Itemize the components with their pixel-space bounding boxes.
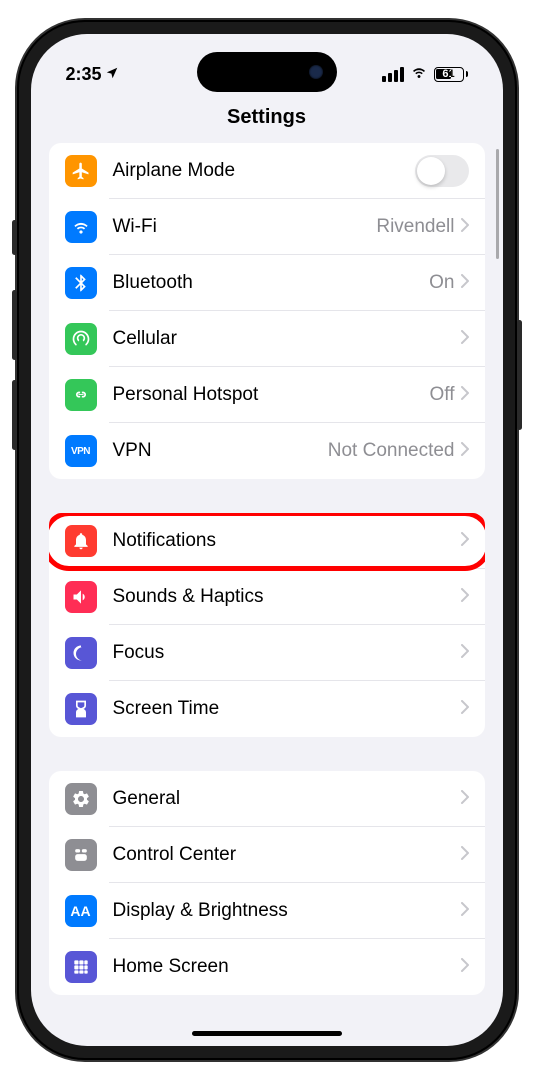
row-label: Focus [113, 642, 461, 664]
status-time: 2:35 [66, 64, 102, 85]
row-wifi[interactable]: Wi-Fi Rivendell [49, 199, 485, 255]
row-value: On [429, 272, 454, 294]
wifi-icon [65, 211, 97, 243]
row-personal-hotspot[interactable]: Personal Hotspot Off [49, 367, 485, 423]
settings-group-general: General Control Center AA Display & Brig… [49, 771, 485, 995]
chevron-right-icon [461, 846, 469, 865]
dynamic-island [197, 52, 337, 92]
chevron-right-icon [461, 218, 469, 237]
chevron-right-icon [461, 588, 469, 607]
screentime-icon [65, 693, 97, 725]
row-display-brightness[interactable]: AA Display & Brightness [49, 883, 485, 939]
row-label: Home Screen [113, 956, 461, 978]
sounds-icon [65, 581, 97, 613]
chevron-right-icon [461, 700, 469, 719]
row-label: Cellular [113, 328, 461, 350]
general-icon [65, 783, 97, 815]
front-camera [309, 65, 323, 79]
row-label: Sounds & Haptics [113, 586, 461, 608]
cellular-icon [65, 323, 97, 355]
chevron-right-icon [461, 274, 469, 293]
row-label: VPN [113, 440, 328, 462]
row-screen-time[interactable]: Screen Time [49, 681, 485, 737]
row-value: Off [430, 384, 455, 406]
row-label: Display & Brightness [113, 900, 461, 922]
chevron-right-icon [461, 532, 469, 551]
row-airplane-mode[interactable]: Airplane Mode [49, 143, 485, 199]
row-label: Control Center [113, 844, 461, 866]
controlcenter-icon [65, 839, 97, 871]
row-label: Bluetooth [113, 272, 430, 294]
row-bluetooth[interactable]: Bluetooth On [49, 255, 485, 311]
focus-icon [65, 637, 97, 669]
row-value: Rivendell [376, 216, 454, 238]
row-value: Not Connected [328, 440, 455, 462]
row-label: Wi-Fi [113, 216, 377, 238]
airplane-icon [65, 155, 97, 187]
chevron-right-icon [461, 902, 469, 921]
row-general[interactable]: General [49, 771, 485, 827]
settings-group-connectivity: Airplane Mode Wi-Fi Rivendell Bluetooth [49, 143, 485, 479]
screen: 2:35 61 [31, 34, 503, 1046]
mute-switch[interactable] [12, 220, 17, 255]
row-label: Notifications [113, 530, 461, 552]
vpn-icon: VPN [65, 435, 97, 467]
location-icon [105, 64, 119, 85]
volume-down-button[interactable] [12, 380, 17, 450]
chevron-right-icon [461, 644, 469, 663]
row-focus[interactable]: Focus [49, 625, 485, 681]
settings-list[interactable]: Airplane Mode Wi-Fi Rivendell Bluetooth [31, 143, 503, 1035]
scroll-indicator [496, 149, 499, 259]
row-sounds-haptics[interactable]: Sounds & Haptics [49, 569, 485, 625]
row-label: Personal Hotspot [113, 384, 430, 406]
row-cellular[interactable]: Cellular [49, 311, 485, 367]
row-notifications[interactable]: Notifications [49, 513, 485, 569]
chevron-right-icon [461, 386, 469, 405]
device-frame: 2:35 61 [17, 20, 517, 1060]
row-vpn[interactable]: VPN VPN Not Connected [49, 423, 485, 479]
chevron-right-icon [461, 790, 469, 809]
chevron-right-icon [461, 330, 469, 349]
volume-up-button[interactable] [12, 290, 17, 360]
settings-group-notifications: Notifications Sounds & Haptics Focus [49, 513, 485, 737]
row-label: General [113, 788, 461, 810]
wifi-status-icon [410, 63, 428, 86]
row-home-screen[interactable]: Home Screen [49, 939, 485, 995]
row-label: Airplane Mode [113, 160, 415, 182]
row-control-center[interactable]: Control Center [49, 827, 485, 883]
power-button[interactable] [517, 320, 522, 430]
chevron-right-icon [461, 958, 469, 977]
airplane-toggle[interactable] [415, 155, 469, 187]
notifications-icon [65, 525, 97, 557]
homescreen-icon [65, 951, 97, 983]
cellular-signal-icon [382, 67, 404, 82]
bluetooth-icon [65, 267, 97, 299]
display-icon: AA [65, 895, 97, 927]
home-indicator[interactable] [192, 1031, 342, 1036]
battery-indicator: 61 [434, 67, 468, 82]
hotspot-icon [65, 379, 97, 411]
row-label: Screen Time [113, 698, 461, 720]
chevron-right-icon [461, 442, 469, 461]
page-title: Settings [31, 94, 503, 143]
